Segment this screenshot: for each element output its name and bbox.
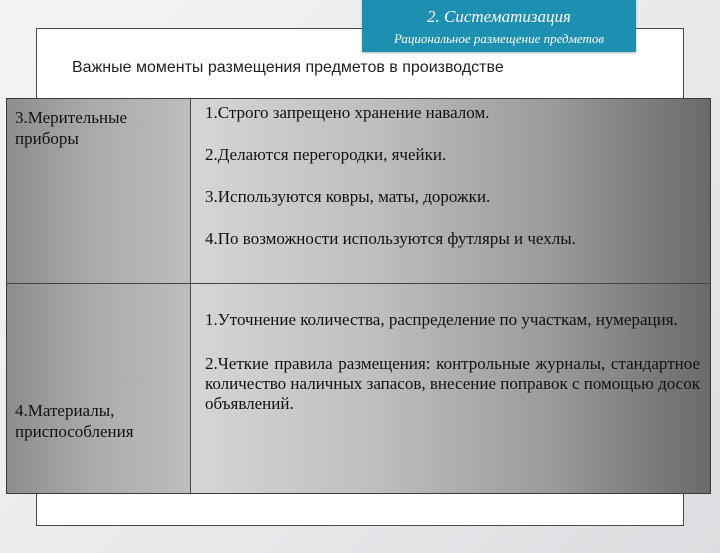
list-item: 2.Делаются перегородки, ячейки. — [205, 145, 447, 164]
section-subtitle: Рациональное размещение предметов — [393, 31, 605, 46]
row-label: 3.Мерительные приборы — [7, 99, 190, 283]
list-item: 1.Строго запрещено хранение навалом. — [205, 103, 490, 122]
content-table: 3.Мерительные приборы 1.Строго запрещено… — [6, 98, 711, 494]
list-item: 1.Уточнение количества, распределение по… — [205, 310, 678, 329]
table-row: 4.Материалы, приспособления 1.Уточнение … — [7, 284, 710, 493]
list-item: 3.Используются ковры, маты, дорожки. — [205, 187, 491, 206]
row-content: 1.Уточнение количества, распределение по… — [191, 284, 710, 493]
slide-heading: Важные моменты размещения предметов в пр… — [72, 59, 504, 76]
list-item: 4.По возможности используются футляры и … — [205, 229, 576, 248]
table-row: 3.Мерительные приборы 1.Строго запрещено… — [7, 99, 710, 283]
list-item: 2.Четкие правила размещения: контрольные… — [205, 354, 700, 413]
section-title: 2. Систематизация — [427, 7, 571, 26]
row-label: 4.Материалы, приспособления — [7, 284, 190, 493]
section-badge: 2. Систематизация Рациональное размещени… — [362, 0, 636, 52]
row-content: 1.Строго запрещено хранение навалом. 2.Д… — [191, 99, 710, 283]
